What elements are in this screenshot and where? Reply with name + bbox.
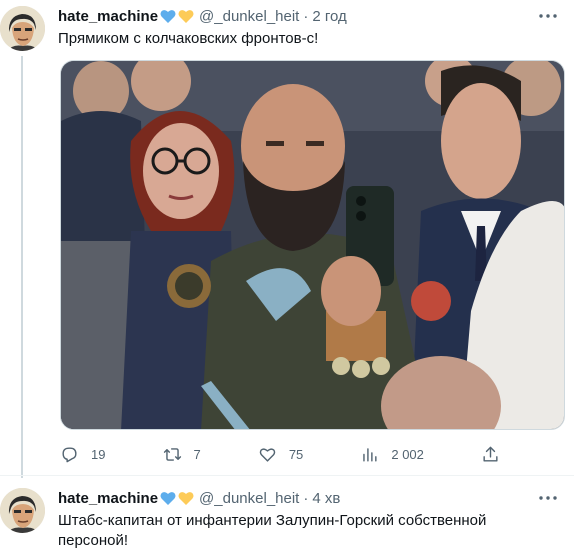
views-icon <box>363 447 377 462</box>
tweet-text: Штабс-капитан от инфантерии Залупин-Горс… <box>58 512 487 549</box>
share-button[interactable] <box>481 441 500 467</box>
reply-button[interactable]: 19 <box>60 441 105 467</box>
tweet-2[interactable]: hate_machine @_dunkel_heit · 4 хв Штабс-… <box>0 475 574 552</box>
more-icon <box>539 14 557 18</box>
tweet-1[interactable]: hate_machine @_dunkel_heit · 2 год Прями… <box>0 0 574 478</box>
like-button[interactable]: 75 <box>258 441 303 467</box>
reply-icon <box>62 446 77 462</box>
separator-dot: · <box>303 7 309 25</box>
like-count: 75 <box>288 446 304 462</box>
photo-illustration <box>61 61 564 429</box>
blue-heart-icon <box>160 9 176 23</box>
views-count: 2 002 <box>391 446 424 462</box>
tweet-photo[interactable] <box>60 60 565 430</box>
display-name[interactable]: hate_machine <box>58 8 158 25</box>
retweet-count: 7 <box>193 446 201 462</box>
timestamp[interactable]: 2 год <box>312 8 346 25</box>
more-icon <box>539 496 557 500</box>
avatar[interactable] <box>0 6 45 51</box>
more-options-button[interactable] <box>536 488 560 508</box>
like-icon <box>259 447 276 462</box>
tweet-actions: 19 7 75 2 002 <box>60 441 500 467</box>
handle[interactable]: @_dunkel_heit <box>199 8 299 25</box>
blue-heart-icon <box>160 491 176 505</box>
reply-count: 19 <box>91 446 106 462</box>
avatar[interactable] <box>0 488 45 533</box>
yellow-heart-icon <box>178 9 194 23</box>
views-button[interactable]: 2 002 <box>360 441 424 467</box>
thread-line <box>21 56 23 478</box>
tweet-header: hate_machine @_dunkel_heit · 2 год <box>58 6 347 26</box>
retweet-button[interactable]: 7 <box>163 441 201 467</box>
retweet-icon <box>163 447 181 461</box>
separator-dot: · <box>303 489 309 507</box>
tweet-text: Прямиком с колчаковских фронтов-с! <box>58 30 319 47</box>
yellow-heart-icon <box>178 491 194 505</box>
handle[interactable]: @_dunkel_heit <box>199 490 299 507</box>
timestamp[interactable]: 4 хв <box>312 490 340 507</box>
share-icon <box>483 446 498 462</box>
tweet-header: hate_machine @_dunkel_heit · 4 хв <box>58 488 340 508</box>
more-options-button[interactable] <box>536 6 560 26</box>
display-name[interactable]: hate_machine <box>58 490 158 507</box>
